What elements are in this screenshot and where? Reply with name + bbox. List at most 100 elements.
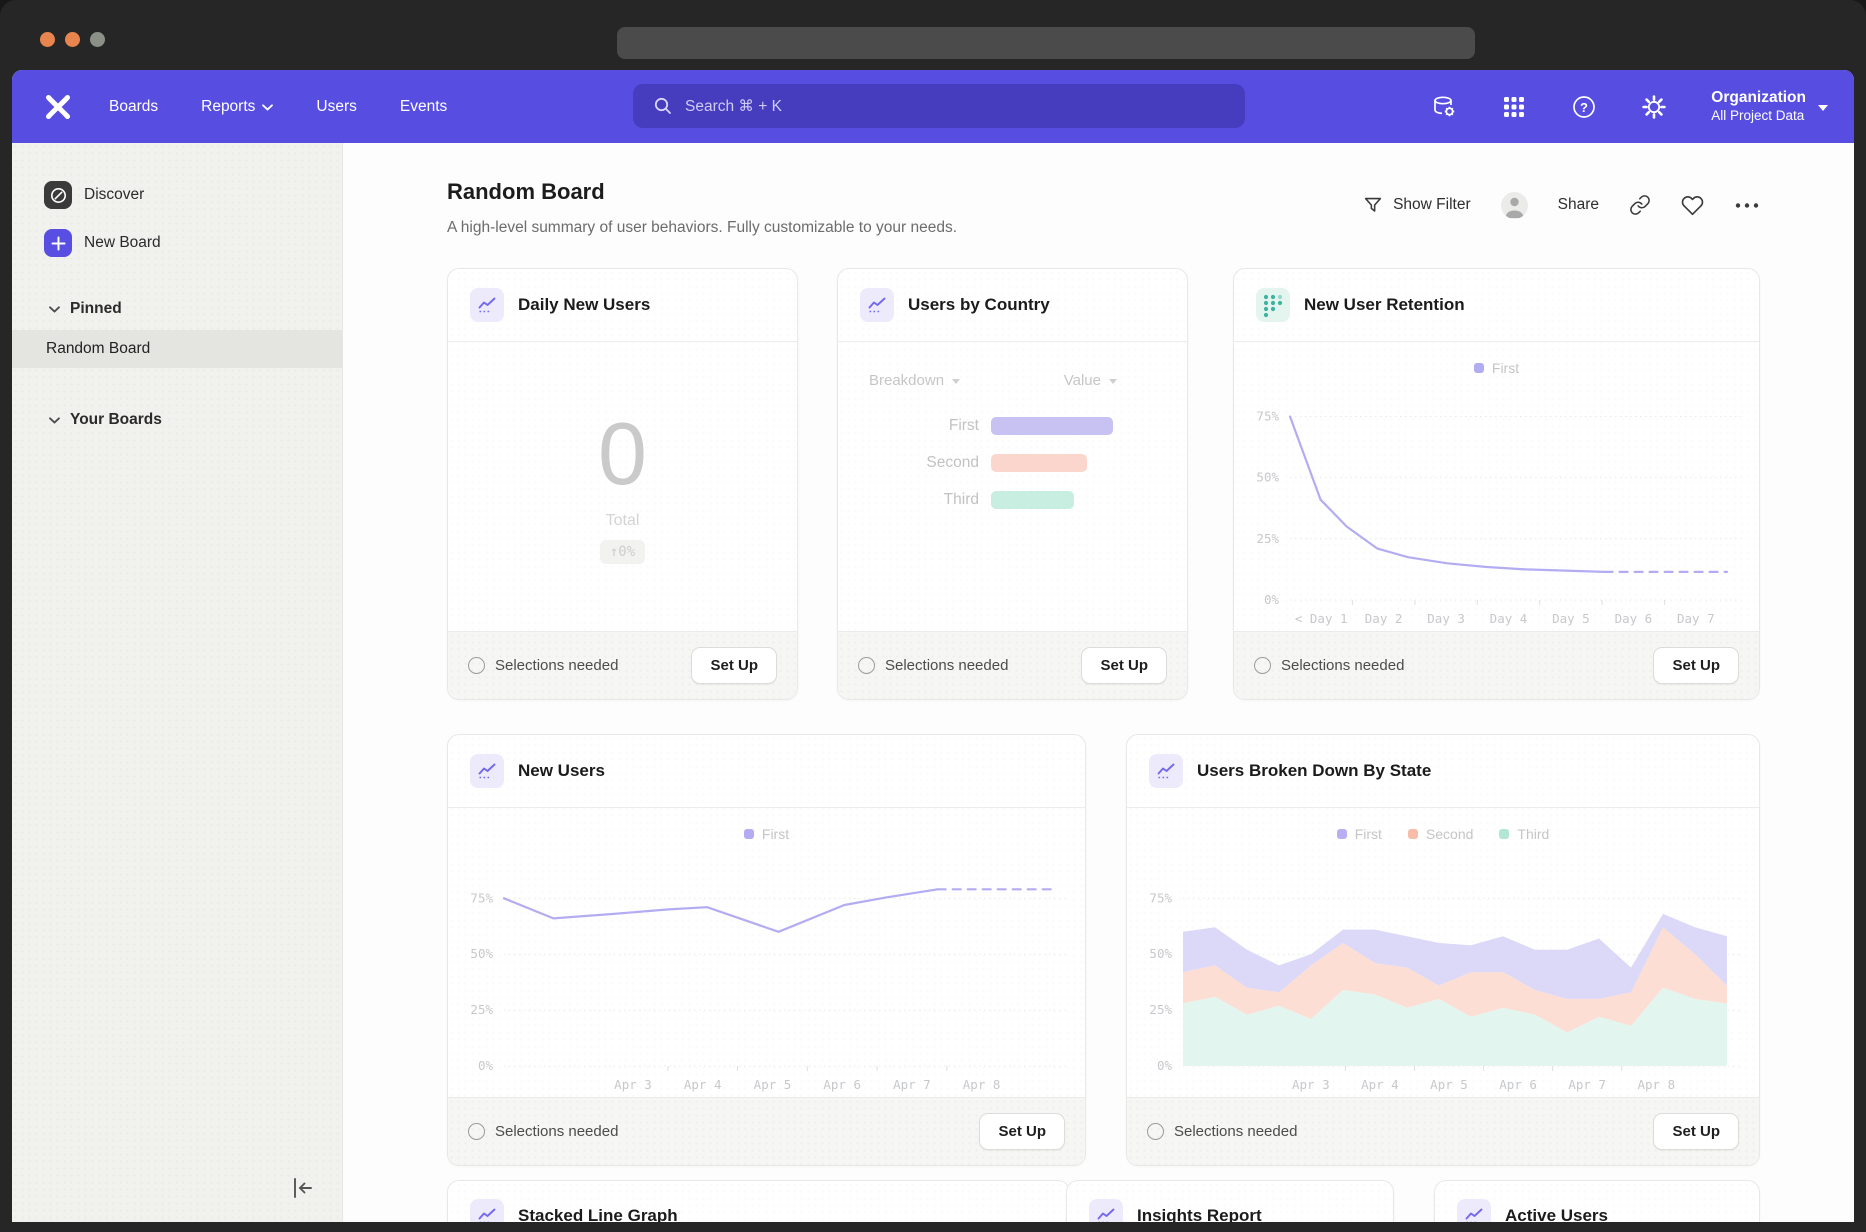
collapse-sidebar-icon[interactable] bbox=[290, 1176, 316, 1200]
card-header: New User Retention bbox=[1234, 269, 1759, 342]
bar-label: Third bbox=[838, 491, 991, 509]
set-up-button[interactable]: Set Up bbox=[1081, 647, 1167, 684]
legend-item[interactable]: First bbox=[744, 826, 789, 842]
set-up-button[interactable]: Set Up bbox=[979, 1113, 1065, 1150]
legend-chip-icon bbox=[1408, 829, 1418, 839]
legend-label: Second bbox=[1426, 826, 1473, 842]
card-title: Insights Report bbox=[1137, 1206, 1262, 1222]
svg-text:Day 2: Day 2 bbox=[1365, 611, 1403, 626]
apps-grid-icon[interactable] bbox=[1501, 94, 1527, 120]
ellipsis-icon bbox=[1734, 202, 1760, 209]
card-title: Users Broken Down By State bbox=[1197, 761, 1431, 781]
card-footer: Selections needed Set Up bbox=[1127, 1097, 1759, 1165]
org-switcher[interactable]: Organization All Project Data bbox=[1711, 88, 1828, 124]
line-chart-icon bbox=[470, 288, 504, 322]
card-header: Active Users bbox=[1435, 1181, 1759, 1222]
window-close-button[interactable] bbox=[40, 32, 55, 47]
svg-text:Apr 4: Apr 4 bbox=[684, 1077, 722, 1092]
share-button[interactable]: Share bbox=[1558, 196, 1599, 214]
breakdown-label: Breakdown bbox=[869, 372, 944, 389]
svg-text:75%: 75% bbox=[1149, 890, 1172, 905]
card-title: New User Retention bbox=[1304, 295, 1465, 315]
browser-address-bar[interactable] bbox=[617, 27, 1475, 59]
favorite-button[interactable] bbox=[1681, 194, 1704, 217]
window-zoom-button[interactable] bbox=[90, 32, 105, 47]
card-title: Stacked Line Graph bbox=[518, 1206, 678, 1222]
card-footer: Selections needed Set Up bbox=[838, 631, 1187, 699]
nav-item-events[interactable]: Events bbox=[400, 98, 447, 116]
legend-item[interactable]: First bbox=[1474, 360, 1519, 376]
bar-row: Second bbox=[838, 454, 1187, 472]
card-title: New Users bbox=[518, 761, 605, 781]
bar-chart-body: Breakdown Value FirstSecondThird bbox=[838, 342, 1187, 631]
card-header: Users Broken Down By State bbox=[1127, 735, 1759, 808]
chevron-down-icon bbox=[1109, 379, 1117, 384]
card-header: New Users bbox=[448, 735, 1085, 808]
line-chart-icon bbox=[1457, 1199, 1491, 1222]
sidebar-item-new-board[interactable]: New Board bbox=[44, 229, 161, 257]
legend-item[interactable]: First bbox=[1337, 826, 1382, 842]
status-text: Selections needed bbox=[1281, 657, 1404, 674]
breakdown-dropdown[interactable]: Breakdown bbox=[869, 372, 960, 389]
card-header: Users by Country bbox=[838, 269, 1187, 342]
svg-text:Day 5: Day 5 bbox=[1552, 611, 1590, 626]
data-management-icon[interactable] bbox=[1431, 94, 1457, 120]
svg-text:0%: 0% bbox=[1157, 1058, 1173, 1073]
settings-gear-icon[interactable] bbox=[1641, 94, 1667, 120]
legend-item[interactable]: Second bbox=[1408, 826, 1473, 842]
avatar[interactable] bbox=[1501, 192, 1528, 219]
chart-legend: First bbox=[448, 818, 1085, 850]
window-minimize-button[interactable] bbox=[65, 32, 80, 47]
chevron-down-icon bbox=[49, 417, 60, 424]
status-radio-icon bbox=[1147, 1123, 1164, 1140]
top-navigation: Boards Reports Users Events Search ⌘ + K bbox=[12, 70, 1854, 143]
card-users-by-state: Users Broken Down By State First Second Th… bbox=[1126, 734, 1760, 1166]
svg-text:Apr 8: Apr 8 bbox=[963, 1077, 1001, 1092]
chart-controls: Breakdown Value bbox=[838, 342, 1187, 389]
value-dropdown[interactable]: Value bbox=[1064, 372, 1117, 389]
set-up-button[interactable]: Set Up bbox=[691, 647, 777, 684]
svg-text:Apr 8: Apr 8 bbox=[1637, 1077, 1675, 1092]
nav-item-boards[interactable]: Boards bbox=[109, 98, 158, 116]
global-search-input[interactable]: Search ⌘ + K bbox=[633, 84, 1245, 128]
nav-item-users[interactable]: Users bbox=[316, 98, 356, 116]
retention-line-chart: 75%50%25%0%< Day 1Day 2Day 3Day 4Day 5Da… bbox=[1234, 384, 1759, 630]
bar-label: Second bbox=[838, 454, 991, 472]
nav-item-reports-label: Reports bbox=[201, 98, 255, 116]
copy-link-button[interactable] bbox=[1629, 194, 1651, 216]
set-up-button[interactable]: Set Up bbox=[1653, 647, 1739, 684]
primary-nav: Boards Reports Users Events bbox=[109, 98, 447, 116]
svg-text:Apr 6: Apr 6 bbox=[1499, 1077, 1537, 1092]
help-icon[interactable]: ? bbox=[1571, 94, 1597, 120]
sidebar-section-pinned[interactable]: Pinned bbox=[49, 300, 122, 318]
discover-compass-icon bbox=[44, 181, 72, 209]
board-content: Random Board A high-level summary of use… bbox=[343, 143, 1854, 1222]
sidebar-item-label: Discover bbox=[84, 186, 144, 204]
set-up-button[interactable]: Set Up bbox=[1653, 1113, 1739, 1150]
sidebar-section-your-boards[interactable]: Your Boards bbox=[49, 411, 162, 429]
svg-text:Day 4: Day 4 bbox=[1490, 611, 1528, 626]
card-users-by-country: Users by Country Breakdown Value bbox=[837, 268, 1188, 700]
legend-chip-icon bbox=[744, 829, 754, 839]
horizontal-bars: FirstSecondThird bbox=[838, 417, 1187, 509]
svg-text:75%: 75% bbox=[470, 890, 493, 905]
line-chart-icon bbox=[1089, 1199, 1123, 1222]
sidebar-item-discover[interactable]: Discover bbox=[44, 181, 144, 209]
card-header: Insights Report bbox=[1067, 1181, 1393, 1222]
section-label: Pinned bbox=[70, 300, 122, 318]
svg-text:Day 3: Day 3 bbox=[1427, 611, 1465, 626]
svg-text:Apr 7: Apr 7 bbox=[1568, 1077, 1606, 1092]
more-options-button[interactable] bbox=[1734, 202, 1760, 209]
status-text: Selections needed bbox=[885, 657, 1008, 674]
legend-item[interactable]: Third bbox=[1499, 826, 1549, 842]
sidebar-item-random-board[interactable]: Random Board bbox=[12, 330, 342, 368]
card-title: Users by Country bbox=[908, 295, 1050, 315]
mixpanel-logo-icon[interactable] bbox=[45, 94, 71, 120]
section-label: Your Boards bbox=[70, 411, 162, 429]
app-window: Boards Reports Users Events Search ⌘ + K bbox=[12, 70, 1854, 1222]
show-filter-button[interactable]: Show Filter bbox=[1362, 194, 1471, 216]
retention-chart: First 75%50%25%0%< Day 1Day 2Day 3Day 4D… bbox=[1234, 342, 1759, 631]
sidebar-item-label: New Board bbox=[84, 234, 161, 252]
status-radio-icon bbox=[468, 1123, 485, 1140]
nav-item-reports[interactable]: Reports bbox=[201, 98, 273, 116]
